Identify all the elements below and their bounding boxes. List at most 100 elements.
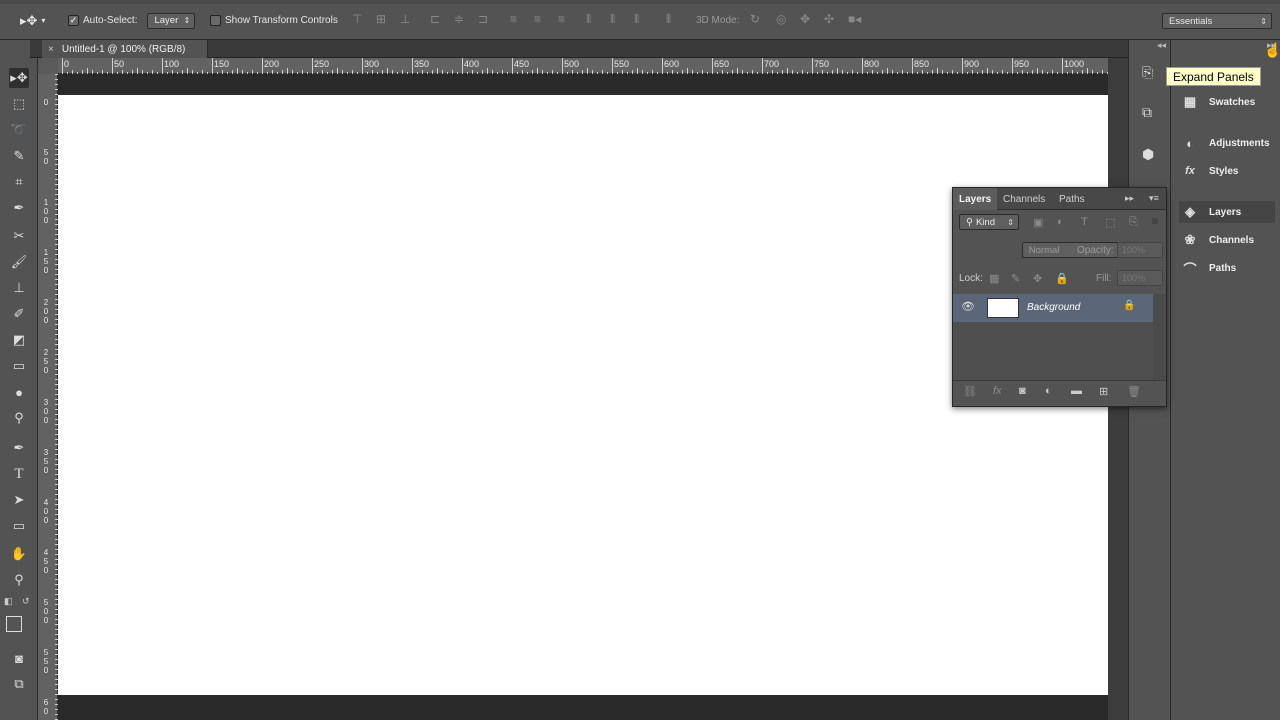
slide-3d-icon[interactable]: ✣	[824, 12, 834, 26]
layer-name[interactable]: Background	[1027, 302, 1080, 313]
auto-select-checkbox[interactable]: ✓	[68, 15, 79, 26]
marquee-tool-icon[interactable]: ⬚	[9, 94, 29, 114]
filter-smart-object-icon[interactable]: ⎘	[1129, 216, 1138, 229]
quick-select-tool-icon[interactable]: ✎	[9, 146, 29, 166]
history-panel-icon[interactable]: ⎘	[1142, 64, 1153, 81]
filter-toggle[interactable]	[1152, 218, 1158, 224]
lock-all-icon[interactable]: 🔒	[1055, 272, 1069, 285]
gradient-tool-icon[interactable]: ▭	[9, 356, 29, 376]
collapse-panel-icon[interactable]: ▸▸	[1125, 193, 1134, 204]
dodge-tool-icon[interactable]: ⚲	[9, 408, 29, 428]
swap-colors-icon[interactable]: ↺	[22, 596, 30, 607]
rotate-3d-icon[interactable]: ↻	[750, 12, 760, 26]
distribute-bottom-icon[interactable]: ≡	[558, 12, 565, 26]
eyedropper-tool-icon[interactable]: ✒	[9, 198, 29, 218]
pen-tool-icon[interactable]: ✒	[9, 438, 29, 458]
lasso-tool-icon[interactable]: ➰	[9, 120, 29, 140]
properties-panel-icon[interactable]: ⧉	[1142, 104, 1152, 121]
roll-3d-icon[interactable]: ◎	[776, 12, 786, 26]
delete-layer-icon[interactable]: 🗑	[1127, 385, 1141, 398]
distribute-right-icon[interactable]: ⦀	[634, 12, 639, 27]
align-vcenter-icon[interactable]: ⊞	[376, 12, 386, 26]
move-tool-icon[interactable]: ▸✥	[9, 68, 29, 88]
ruler-label: 200	[43, 298, 49, 325]
align-left-icon[interactable]: ⊏	[430, 12, 440, 26]
align-top-icon[interactable]: ⊤	[352, 12, 362, 26]
brush-tool-icon[interactable]: 🖌	[9, 252, 29, 272]
type-tool-icon[interactable]: T	[9, 464, 29, 484]
document-canvas[interactable]	[58, 95, 1108, 695]
distribute-top-icon[interactable]: ≡	[510, 12, 517, 26]
document-tab[interactable]: × Untitled-1 @ 100% (RGB/8)	[42, 40, 208, 58]
filter-shape-icon[interactable]: ⬚	[1105, 216, 1115, 229]
path-select-tool-icon[interactable]: ➤	[9, 490, 29, 510]
foreground-color-swatch[interactable]	[6, 616, 22, 632]
panel-menu-icon[interactable]: ▾≡	[1149, 193, 1159, 204]
healing-tool-icon[interactable]: ✂	[9, 226, 29, 246]
link-layers-icon[interactable]: ⛓	[963, 385, 977, 398]
collapse-dock-icon[interactable]: ◂◂	[1157, 40, 1166, 51]
crop-tool-icon[interactable]: ⌗	[9, 172, 29, 192]
distribute-hcenter-icon[interactable]: ⦀	[610, 12, 615, 27]
menu-strip	[0, 0, 1280, 4]
new-group-icon[interactable]: ▬	[1071, 385, 1082, 397]
zoom-tool-icon[interactable]: ⚲	[9, 570, 29, 590]
dock-item-styles[interactable]: fx Styles	[1179, 160, 1275, 182]
lock-position-icon[interactable]: ✥	[1033, 272, 1042, 285]
dock-item-adjustments[interactable]: ◐ Adjustments	[1179, 132, 1275, 154]
blur-tool-icon[interactable]: ●	[9, 382, 29, 402]
stamp-tool-icon[interactable]: ⊥	[9, 278, 29, 298]
workspace-dropdown[interactable]: Essentials	[1162, 13, 1272, 29]
dock-item-swatches[interactable]: ▦ Swatches	[1179, 91, 1275, 113]
layers-icon: ◈	[1185, 204, 1195, 219]
layer-row-background[interactable]: 👁 Background 🔒	[953, 294, 1153, 322]
history-brush-tool-icon[interactable]: ✐	[9, 304, 29, 324]
vertical-ruler[interactable]: 0 50 100 150 200 250 300 350 400 450 500 550 60	[38, 74, 58, 720]
add-mask-icon[interactable]: ◙	[1019, 385, 1026, 397]
drag-3d-icon[interactable]: ✥	[800, 12, 810, 26]
tab-close-icon[interactable]: ×	[48, 44, 54, 55]
adjustment-layer-icon[interactable]: ◐	[1045, 385, 1052, 397]
lock-image-icon[interactable]: ✎	[1011, 272, 1020, 285]
lock-transparent-icon[interactable]: ▦	[989, 272, 999, 285]
fill-label: Fill:	[1096, 273, 1112, 284]
auto-align-icon[interactable]: ⫴	[666, 12, 671, 27]
filter-kind-dropdown[interactable]: ⚲ Kind	[959, 214, 1019, 230]
tab-layers[interactable]: Layers	[953, 188, 998, 210]
tab-paths[interactable]: Paths	[1053, 188, 1091, 210]
opacity-field[interactable]: 100%	[1117, 242, 1163, 258]
move-icon: ▸✥	[20, 12, 38, 28]
hand-tool-icon[interactable]: ✋	[9, 544, 29, 564]
tab-channels[interactable]: Channels	[997, 188, 1051, 210]
dock-item-channels[interactable]: ❀ Channels	[1179, 229, 1275, 251]
show-transform-checkbox[interactable]	[210, 15, 221, 26]
fill-field[interactable]: 100%	[1117, 270, 1163, 286]
filter-type-icon[interactable]: T	[1081, 216, 1088, 228]
dock-item-paths[interactable]: ⌒ Paths	[1179, 257, 1275, 279]
visibility-eye-icon[interactable]: 👁	[961, 300, 975, 313]
filter-pixel-icon[interactable]: ▣	[1033, 216, 1043, 229]
dock-item-layers[interactable]: ◈ Layers	[1179, 201, 1275, 223]
move-tool-preset[interactable]: ▸✥ ▾	[20, 12, 45, 29]
distribute-left-icon[interactable]: ⦀	[586, 12, 591, 27]
shape-tool-icon[interactable]: ▭	[9, 516, 29, 536]
ruler-origin[interactable]	[38, 58, 58, 74]
filter-adjustment-icon[interactable]: ◐	[1057, 216, 1064, 228]
distribute-vcenter-icon[interactable]: ≡	[534, 12, 541, 26]
ruler-label: 60	[43, 698, 49, 716]
3d-panel-icon[interactable]: ⬢	[1142, 146, 1154, 163]
align-hcenter-icon[interactable]: ≑	[454, 12, 464, 26]
default-colors-icon[interactable]: ◧	[4, 596, 13, 607]
screen-mode-icon[interactable]: ⧉	[9, 674, 29, 694]
align-right-icon[interactable]: ⊐	[478, 12, 488, 26]
eraser-tool-icon[interactable]: ◩	[9, 330, 29, 350]
layer-style-icon[interactable]: fx	[993, 385, 1002, 397]
ruler-label: 300	[43, 398, 49, 425]
horizontal-ruler[interactable]: 0 50 100 150 200 250 300 350 400 450 500 550 600 650 7…	[58, 58, 1108, 74]
auto-select-dropdown[interactable]: Layer	[147, 12, 196, 29]
quick-mask-icon[interactable]: ◙	[9, 648, 29, 668]
new-layer-icon[interactable]: ⊞	[1099, 385, 1108, 398]
layers-scrollbar[interactable]	[1153, 294, 1166, 380]
scale-3d-icon[interactable]: ■◂	[848, 12, 861, 26]
align-bottom-icon[interactable]: ⊥	[400, 12, 410, 26]
